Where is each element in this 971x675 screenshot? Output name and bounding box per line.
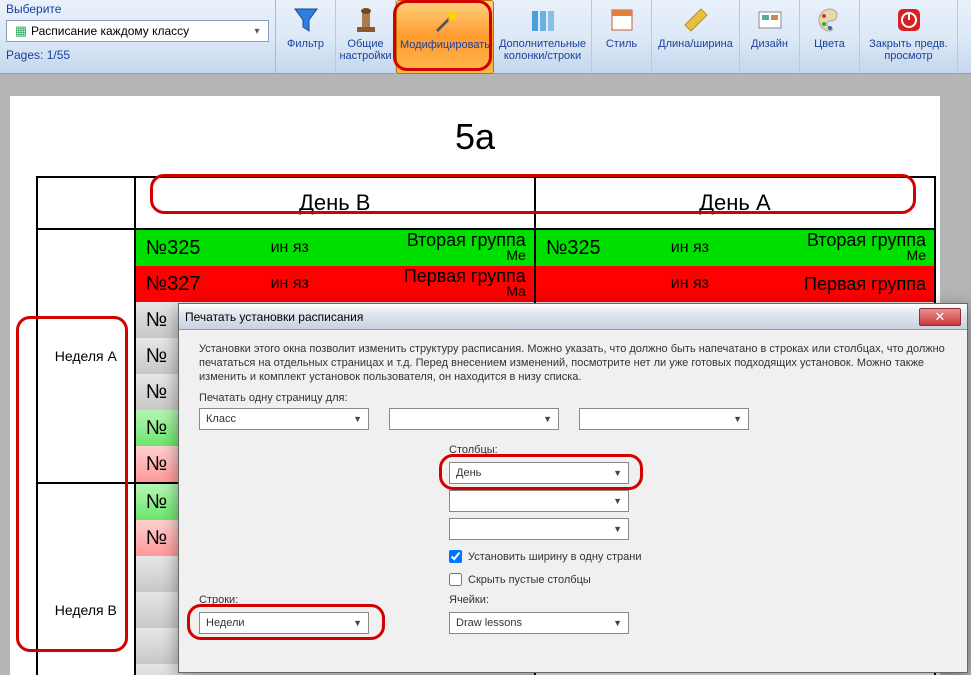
print-page-for-label: Печатать одну страницу для: — [199, 392, 947, 404]
chevron-down-icon: ▾ — [250, 26, 264, 37]
rows-label: Строки: — [199, 594, 419, 606]
power-icon — [893, 4, 925, 36]
columns-icon — [527, 4, 559, 36]
columns-select-3[interactable]: ▼ — [449, 518, 629, 540]
design-icon — [754, 4, 786, 36]
chevron-down-icon: ▼ — [353, 618, 362, 628]
close-button[interactable]: ✕ — [919, 308, 961, 326]
day-header-b: День B — [135, 177, 535, 229]
general-settings-button[interactable]: Общие настройки — [336, 0, 396, 74]
rows-select[interactable]: Недели▼ — [199, 612, 369, 634]
stamp-icon — [350, 4, 382, 36]
combo-text: Расписание каждому классу — [31, 24, 250, 38]
chevron-down-icon: ▼ — [613, 618, 622, 628]
chevron-down-icon: ▼ — [613, 468, 622, 478]
table-icon: ▦ — [11, 23, 31, 39]
dialog-intro: Установки этого окна позволит изменить с… — [199, 342, 947, 384]
columns-select-1[interactable]: День▼ — [449, 462, 629, 484]
corner-cell — [37, 177, 135, 229]
hide-empty-checkbox[interactable]: Скрыть пустые столбцы — [449, 573, 669, 586]
cells-select[interactable]: Draw lessons▼ — [449, 612, 629, 634]
selector-panel: Выберите ▦ Расписание каждому классу ▾ P… — [0, 0, 276, 73]
columns-label: Столбцы: — [449, 444, 669, 456]
report-type-combo[interactable]: ▦ Расписание каждому классу ▾ — [6, 20, 269, 42]
print-settings-dialog: Печатать установки расписания ✕ Установк… — [178, 303, 968, 673]
page-for-select-1[interactable]: Класс▼ — [199, 408, 369, 430]
page-counter: Pages: 1/55 — [6, 48, 269, 62]
design-button[interactable]: Дизайн — [740, 0, 800, 74]
chevron-down-icon: ▼ — [543, 414, 552, 424]
modify-button[interactable]: Модифицировать — [396, 0, 494, 74]
selector-label: Выберите — [6, 2, 269, 16]
extra-cols-button[interactable]: Дополнительные колонки/строки — [494, 0, 592, 74]
fit-width-checkbox[interactable]: Установить ширину в одну страни — [449, 550, 669, 563]
week-b-label: Неделя В — [37, 483, 135, 675]
cells-label: Ячейки: — [449, 594, 669, 606]
ribbon-toolbar: Выберите ▦ Расписание каждому классу ▾ P… — [0, 0, 971, 74]
columns-select-2[interactable]: ▼ — [449, 490, 629, 512]
close-preview-button[interactable]: Закрыть предв. просмотр — [860, 0, 958, 74]
colors-button[interactable]: Цвета — [800, 0, 860, 74]
wand-icon — [429, 5, 461, 37]
palette-icon — [814, 4, 846, 36]
chevron-down-icon: ▼ — [613, 524, 622, 534]
ruler-icon — [680, 4, 712, 36]
page-for-select-3[interactable]: ▼ — [579, 408, 749, 430]
day-header-a: День A — [535, 177, 935, 229]
filter-button[interactable]: Фильтр — [276, 0, 336, 74]
style-button[interactable]: Стиль — [592, 0, 652, 74]
dialog-title-text: Печатать установки расписания — [185, 310, 919, 324]
sheet-icon — [606, 4, 638, 36]
week-a-label: Неделя А — [37, 229, 135, 483]
chevron-down-icon: ▼ — [353, 414, 362, 424]
funnel-icon — [290, 4, 322, 36]
class-title: 5a — [10, 116, 940, 158]
size-button[interactable]: Длина/ширина — [652, 0, 740, 74]
dialog-titlebar[interactable]: Печатать установки расписания ✕ — [179, 304, 967, 330]
page-for-select-2[interactable]: ▼ — [389, 408, 559, 430]
chevron-down-icon: ▼ — [613, 496, 622, 506]
chevron-down-icon: ▼ — [733, 414, 742, 424]
